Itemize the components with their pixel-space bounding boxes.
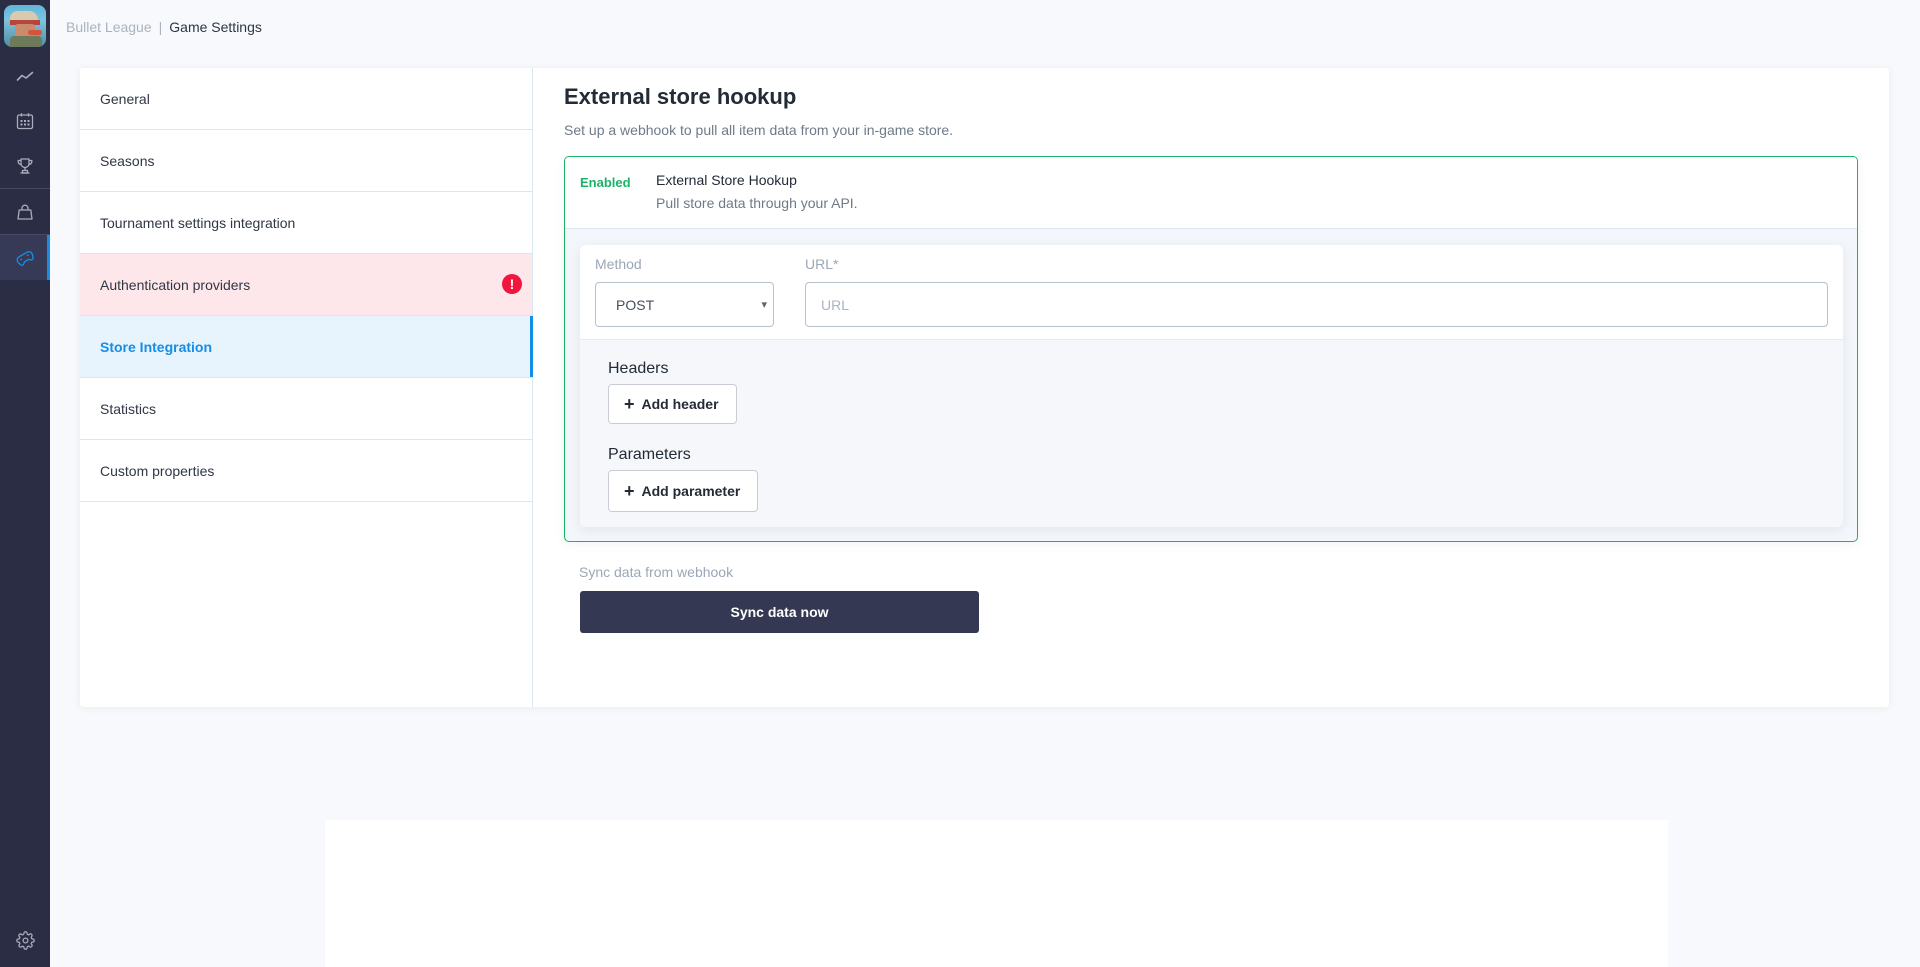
method-select[interactable]: POST ▾ xyxy=(595,282,774,327)
breadcrumb: Bullet League | Game Settings xyxy=(66,18,262,36)
exclamation-icon: ! xyxy=(502,274,522,294)
hookup-header: Enabled External Store Hookup Pull store… xyxy=(565,157,1857,229)
settings-card: General Seasons Tournament settings inte… xyxy=(80,68,1889,707)
add-parameter-button[interactable]: + Add parameter xyxy=(608,470,758,512)
webhook-request-card: Method POST ▾ URL* Headers + Add header … xyxy=(580,245,1843,527)
gamepad-icon xyxy=(16,250,34,266)
headers-label: Headers xyxy=(608,360,669,377)
method-value: POST xyxy=(616,297,655,313)
settings-nav-item-statistics[interactable]: Statistics xyxy=(80,378,532,440)
app-sidebar xyxy=(0,0,50,967)
game-logo[interactable] xyxy=(4,5,46,47)
bottom-panel xyxy=(325,820,1668,967)
trophy-icon xyxy=(17,157,33,174)
plus-icon: + xyxy=(624,394,635,414)
settings-nav-item-tournament-settings[interactable]: Tournament settings integration xyxy=(80,192,532,254)
status-badge[interactable]: Enabled xyxy=(580,174,631,192)
breadcrumb-game[interactable]: Bullet League xyxy=(66,19,152,35)
breadcrumb-current-page: Game Settings xyxy=(169,19,262,35)
hookup-title: External Store Hookup xyxy=(656,172,797,188)
settings-nav-item-seasons[interactable]: Seasons xyxy=(80,130,532,192)
add-header-button[interactable]: + Add header xyxy=(608,384,737,424)
hookup-description: Pull store data through your API. xyxy=(656,195,858,211)
plus-icon: + xyxy=(624,481,635,501)
sidebar-item-analytics[interactable] xyxy=(0,53,50,98)
nav-item-label: Custom properties xyxy=(100,462,215,479)
sidebar-item-tournaments[interactable] xyxy=(0,143,50,188)
trend-line-icon xyxy=(16,71,34,81)
add-parameter-label: Add parameter xyxy=(641,483,741,499)
settings-nav-item-custom-properties[interactable]: Custom properties xyxy=(80,440,532,502)
url-label: URL* xyxy=(805,256,839,272)
gear-icon xyxy=(15,930,35,950)
nav-item-label: Store Integration xyxy=(100,338,213,355)
settings-nav-item-authentication-providers[interactable]: Authentication providers ! xyxy=(80,254,532,316)
external-store-hookup-card: Enabled External Store Hookup Pull store… xyxy=(564,156,1858,542)
nav-item-label: Tournament settings integration xyxy=(100,214,296,231)
sidebar-item-calendar[interactable] xyxy=(0,98,50,143)
add-header-label: Add header xyxy=(641,396,719,412)
sync-data-now-button[interactable]: Sync data now xyxy=(580,591,979,633)
breadcrumb-separator: | xyxy=(158,19,163,35)
settings-nav-item-general[interactable]: General xyxy=(80,68,532,130)
url-input[interactable] xyxy=(805,282,1828,327)
nav-item-label: General xyxy=(100,90,150,107)
page-subtitle: Set up a webhook to pull all item data f… xyxy=(564,122,954,138)
nav-item-label: Seasons xyxy=(100,152,155,169)
calendar-icon xyxy=(16,112,34,129)
chevron-down-icon: ▾ xyxy=(761,299,767,311)
parameters-label: Parameters xyxy=(608,446,691,463)
settings-nav: General Seasons Tournament settings inte… xyxy=(80,68,533,707)
sidebar-item-game-settings[interactable] xyxy=(0,235,50,280)
store-integration-pane: External store hookup Set up a webhook t… xyxy=(533,68,1889,707)
sync-label: Sync data from webhook xyxy=(579,564,734,580)
method-label: Method xyxy=(595,256,642,272)
settings-nav-item-store-integration[interactable]: Store Integration xyxy=(80,316,533,378)
request-endpoint-row: Method POST ▾ URL* xyxy=(580,245,1843,340)
settings-button[interactable] xyxy=(0,928,50,952)
nav-item-label: Statistics xyxy=(100,400,157,417)
page-title: External store hookup xyxy=(564,84,797,109)
sidebar-item-store[interactable] xyxy=(0,189,50,234)
shopping-bag-icon xyxy=(17,204,33,220)
nav-item-label: Authentication providers xyxy=(100,276,251,293)
